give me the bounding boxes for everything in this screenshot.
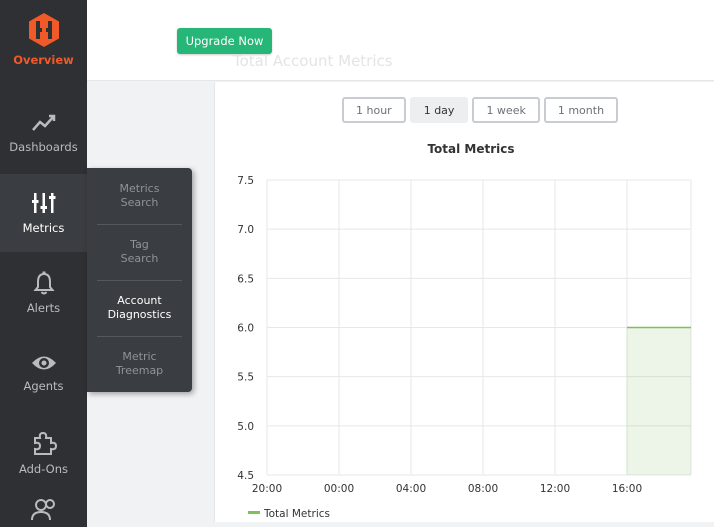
x-tick-label: 04:00: [396, 483, 426, 495]
nav-label-overview: Overview: [13, 53, 74, 67]
nav-item-addons[interactable]: Add-Ons: [0, 414, 87, 492]
left-nav: Overview Dashboards Metrics Alerts Agent…: [0, 0, 87, 527]
nav-label-addons: Add-Ons: [18, 462, 69, 476]
hexagon-logo-icon: [28, 13, 59, 47]
nav-label-dashboards: Dashboards: [9, 140, 78, 154]
y-tick-label: 7.5: [237, 175, 254, 187]
puzzle-icon: [33, 431, 57, 455]
submenu-label-line2: Treemap: [115, 363, 164, 377]
faded-page-title: Total Account Metrics: [233, 52, 393, 70]
nav-item-agents[interactable]: Agents: [0, 334, 87, 412]
x-tick-label: 16:00: [612, 483, 642, 495]
upgrade-now-button[interactable]: Upgrade Now: [177, 28, 272, 54]
submenu-item-account-diagnostics[interactable]: Account Diagnostics: [97, 280, 182, 335]
chart-series: [626, 326, 691, 475]
y-tick-label: 5.5: [237, 372, 254, 384]
x-tick-label: 08:00: [468, 483, 498, 495]
y-tick-label: 6.5: [237, 273, 254, 285]
metrics-submenu: Metrics Search Tag Search Account Diagnosti…: [87, 168, 192, 392]
y-tick-label: 7.0: [237, 224, 254, 236]
y-axis-ticks: 7.5 7.0 6.5 6.0 5.5 5.0 4.5: [237, 175, 254, 482]
total-metrics-chart: Total Metrics 7.5 7.0 6.5 6.0 5.5 5.0 4.5 20:0…: [237, 142, 692, 520]
x-axis-ticks: 20:00 00:00 04:00 08:00 12:00 16:00: [252, 483, 642, 495]
nav-item-metrics[interactable]: Metrics: [0, 174, 87, 252]
x-tick-label: 20:00: [252, 483, 282, 495]
chart-legend[interactable]: Total Metrics: [248, 508, 330, 520]
submenu-label-line1: Metrics: [119, 181, 160, 195]
legend-label: Total Metrics: [263, 508, 330, 520]
y-tick-label: 5.0: [237, 421, 254, 433]
legend-swatch: [248, 511, 260, 514]
submenu-label-line2: Search: [120, 195, 159, 209]
nav-item-dashboards[interactable]: Dashboards: [0, 94, 87, 172]
eye-icon: [31, 356, 56, 370]
submenu-label-line1: Tag: [130, 237, 149, 251]
nav-item-alerts[interactable]: Alerts: [0, 254, 87, 332]
x-tick-label: 12:00: [540, 483, 570, 495]
y-tick-label: 4.5: [237, 470, 254, 482]
users-icon: [30, 499, 55, 521]
submenu-label-line1: Metric: [122, 349, 157, 363]
y-tick-label: 6.0: [237, 323, 254, 335]
chart-title: Total Metrics: [427, 142, 514, 156]
submenu-label-line2: Diagnostics: [107, 307, 172, 321]
chart-panel: 1 hour 1 day 1 week 1 month Total Metric…: [214, 82, 714, 522]
nav-item-users[interactable]: [0, 494, 87, 527]
nav-label-metrics: Metrics: [22, 221, 65, 235]
submenu-label-line1: Account: [117, 293, 162, 307]
trend-line-icon: [31, 114, 55, 131]
series-area-total-metrics: [627, 327, 691, 475]
bell-icon: [32, 271, 55, 295]
nav-item-overview[interactable]: Overview: [0, 0, 87, 78]
x-tick-label: 00:00: [324, 483, 354, 495]
submenu-label-line2: Search: [120, 251, 159, 265]
nav-label-agents: Agents: [23, 379, 64, 393]
submenu-item-metrics-search[interactable]: Metrics Search: [97, 168, 182, 223]
submenu-item-metric-treemap[interactable]: Metric Treemap: [97, 336, 182, 391]
top-banner: Upgrade Now Total Account Metrics: [87, 0, 714, 81]
submenu-item-tag-search[interactable]: Tag Search: [97, 224, 182, 279]
metrics-bars-icon: [31, 193, 55, 213]
nav-label-alerts: Alerts: [26, 301, 61, 315]
